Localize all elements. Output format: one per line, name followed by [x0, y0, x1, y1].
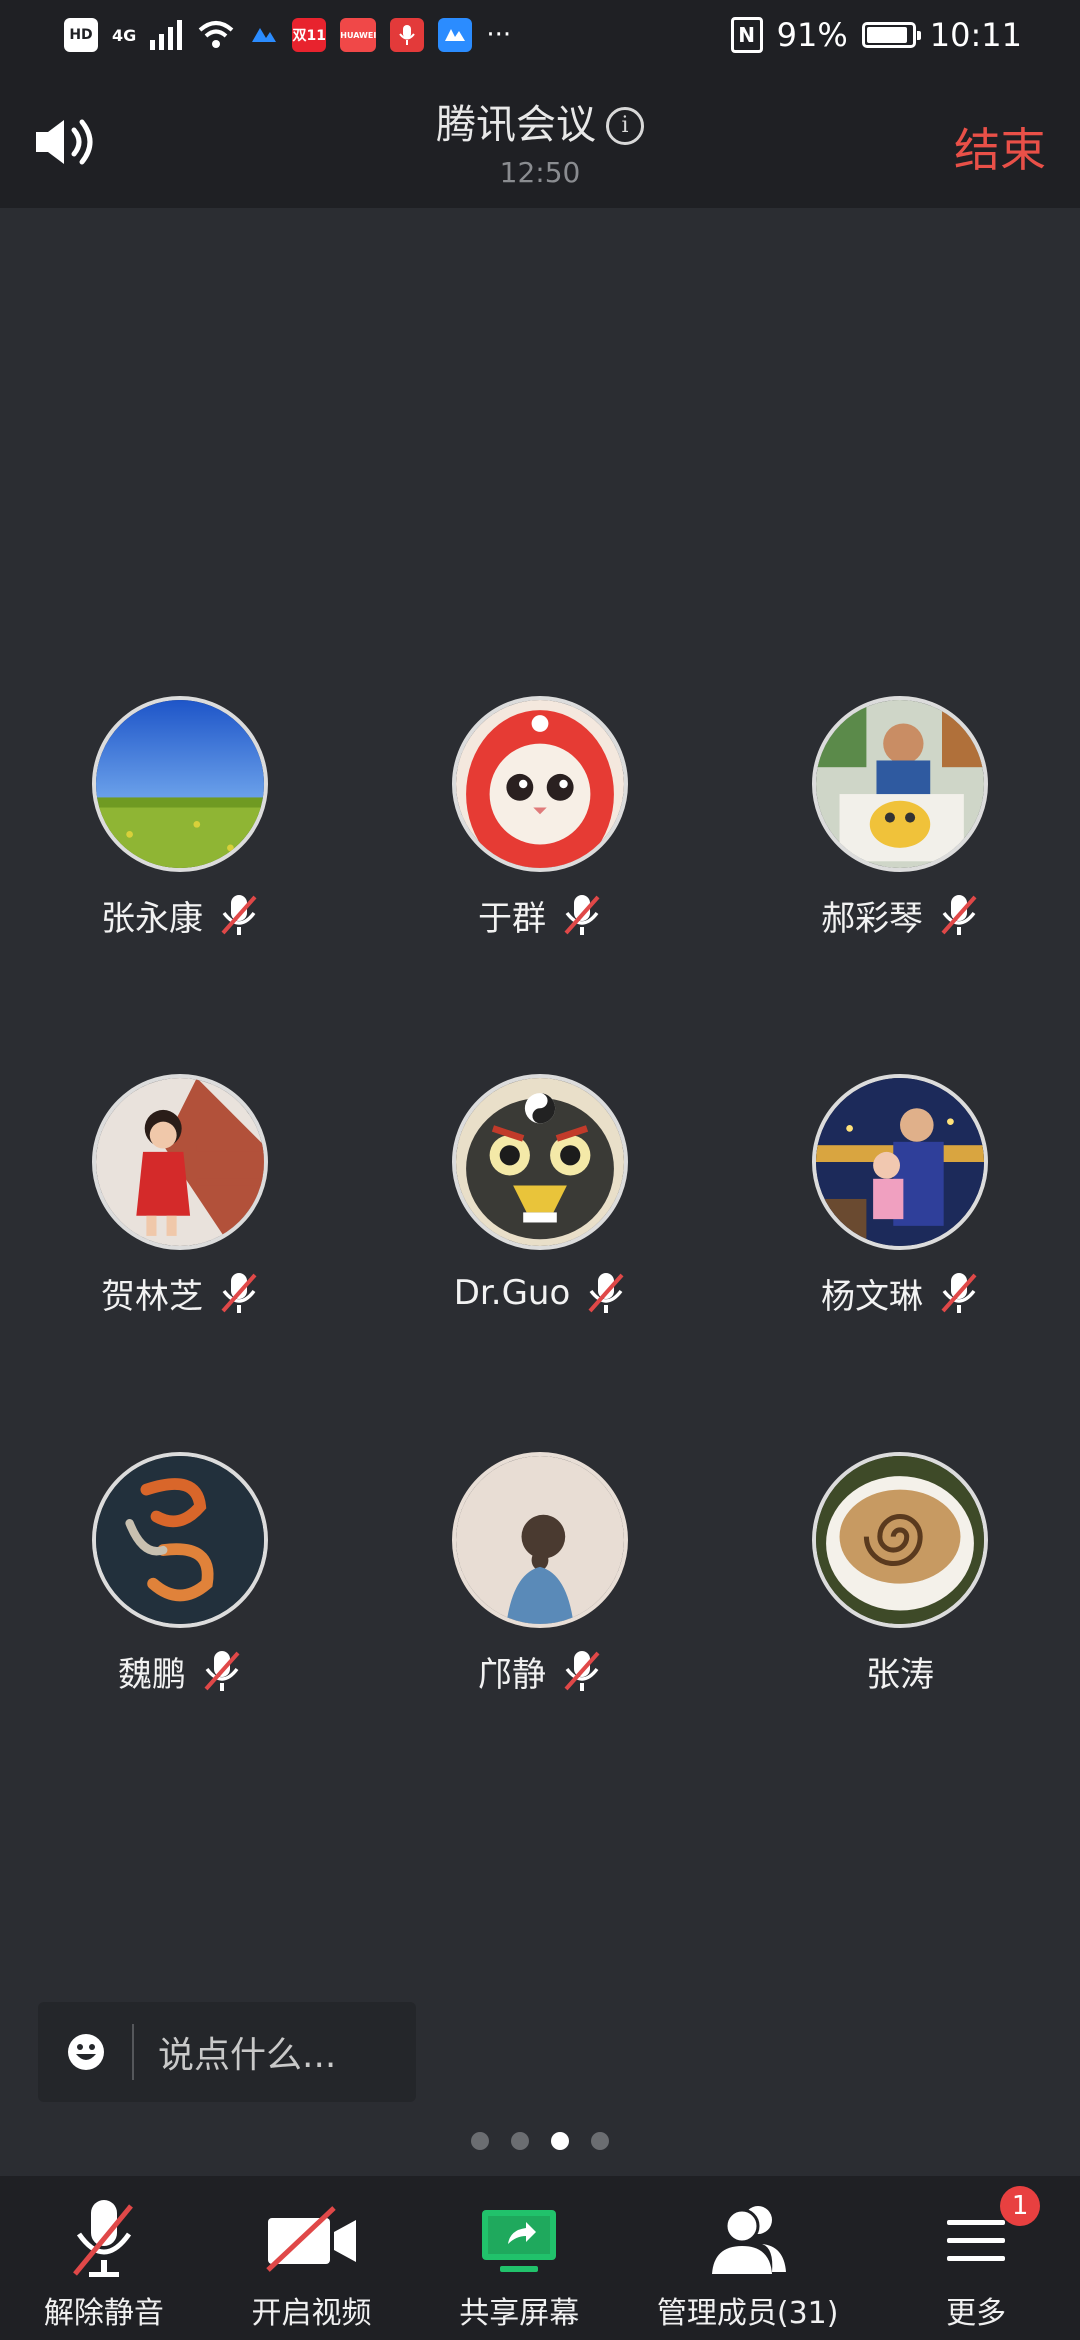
battery-icon — [861, 22, 921, 48]
participant-tile[interactable]: 郝彩琴 — [750, 696, 1050, 956]
participant-tile[interactable]: 张永康 — [30, 696, 330, 956]
participant-name: 于群 — [478, 898, 546, 939]
signal-icon — [150, 20, 183, 50]
avatar — [92, 1074, 268, 1250]
participant-tile[interactable]: 贺林芝 — [30, 1074, 330, 1334]
share-screen-label: 共享屏幕 — [459, 2296, 580, 2331]
meeting-header: 腾讯会议 i 12:50 结束 — [0, 70, 1080, 208]
meeting-timer: 12:50 — [499, 156, 581, 189]
battery-percent: 91% — [776, 16, 848, 54]
start-video-button[interactable]: 开启视频 — [208, 2176, 416, 2340]
more-label: 更多 — [946, 2296, 1007, 2331]
mic-muted-icon — [588, 1273, 624, 1313]
mic-muted-icon — [941, 895, 977, 935]
participant-tile[interactable]: 魏鹏 — [30, 1452, 330, 1712]
participant-name: 杨文琳 — [821, 1276, 923, 1317]
share-screen-icon — [482, 2210, 557, 2272]
app-notification-icon — [252, 28, 277, 42]
page-dot-active[interactable] — [551, 2132, 569, 2150]
participant-tile[interactable]: 张涛 — [750, 1452, 1050, 1712]
manage-members-button[interactable]: 管理成员(31) — [623, 2176, 872, 2340]
end-meeting-button[interactable]: 结束 — [954, 114, 1046, 180]
more-notifications-icon: ··· — [486, 20, 512, 50]
avatar — [452, 696, 628, 872]
mic-muted-icon — [221, 1273, 257, 1313]
share-screen-button[interactable]: 共享屏幕 — [415, 2176, 623, 2340]
avatar — [92, 696, 268, 872]
status-bar: HD 4G 双11 HUAWEI ··· N 91% 10:11 — [0, 0, 1080, 70]
meeting-notification-icon — [438, 18, 473, 52]
unmute-button[interactable]: 解除静音 — [0, 2176, 208, 2340]
info-icon[interactable]: i — [606, 107, 644, 145]
avatar — [812, 1074, 988, 1250]
wifi-icon — [198, 21, 234, 48]
participant-name: 魏鹏 — [118, 1654, 186, 1695]
mic-muted-icon — [72, 2200, 133, 2277]
page-dot[interactable] — [471, 2132, 489, 2150]
participant-tile[interactable]: 邝静 — [390, 1452, 690, 1712]
mic-muted-icon — [564, 895, 600, 935]
divider — [132, 2024, 134, 2080]
participant-name: 邝静 — [478, 1654, 546, 1695]
network-type: 4G — [112, 25, 137, 45]
participant-tile[interactable]: Dr.Guo — [390, 1074, 690, 1334]
mic-muted-icon — [204, 1651, 240, 1691]
mic-muted-icon — [564, 1651, 600, 1691]
avatar — [92, 1452, 268, 1628]
avatar — [452, 1074, 628, 1250]
huawei-notification-icon: HUAWEI — [340, 18, 377, 52]
start-video-label: 开启视频 — [251, 2296, 372, 2331]
nfc-icon: N — [730, 17, 763, 53]
participant-name: 张永康 — [101, 898, 203, 939]
avatar — [812, 1452, 988, 1628]
more-button[interactable]: 1 更多 — [872, 2176, 1080, 2340]
video-off-icon — [265, 2206, 356, 2272]
clock: 10:11 — [929, 16, 1022, 54]
participant-tile[interactable]: 于群 — [390, 696, 690, 956]
chat-input[interactable]: 说点什么... — [38, 2002, 416, 2102]
participant-name: 贺林芝 — [101, 1276, 203, 1317]
meeting-title[interactable]: 腾讯会议 — [436, 102, 596, 148]
members-icon — [711, 2206, 786, 2274]
page-dot[interactable] — [511, 2132, 529, 2150]
page-dot[interactable] — [591, 2132, 609, 2150]
avatar — [812, 696, 988, 872]
participant-name: 张涛 — [866, 1654, 934, 1695]
mic-muted-icon — [221, 895, 257, 935]
hd-indicator: HD — [64, 18, 98, 52]
notification-badge: 1 — [1000, 2186, 1041, 2226]
bottom-toolbar: 解除静音 开启视频 共享屏幕 管理成员(31) 1 更多 — [0, 2176, 1080, 2340]
unmute-label: 解除静音 — [43, 2296, 164, 2331]
page-indicator — [0, 2132, 1080, 2150]
manage-members-label: 管理成员(31) — [656, 2296, 839, 2331]
emoji-icon[interactable] — [66, 2032, 106, 2072]
participant-tile[interactable]: 杨文琳 — [750, 1074, 1050, 1334]
chat-placeholder: 说点什么... — [158, 2035, 337, 2076]
participant-name: 郝彩琴 — [821, 898, 923, 939]
avatar — [452, 1452, 628, 1628]
mic-muted-icon — [941, 1273, 977, 1313]
mic-notification-icon — [390, 18, 425, 52]
participant-name: Dr.Guo — [453, 1273, 571, 1313]
shopping-notification-icon: 双11 — [292, 18, 327, 52]
